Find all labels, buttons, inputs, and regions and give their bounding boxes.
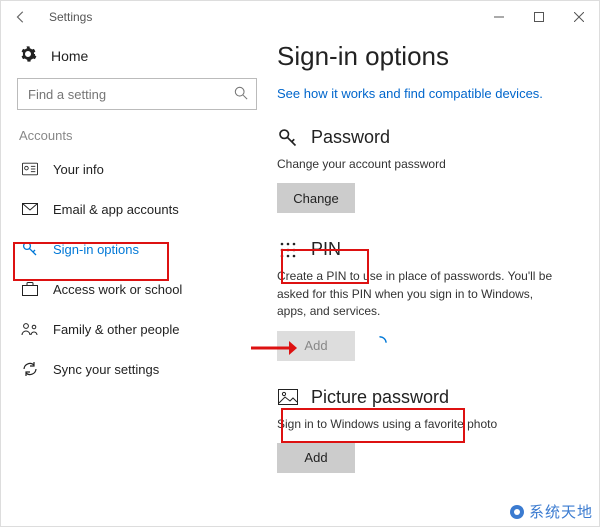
password-desc: Change your account password	[277, 156, 557, 173]
picture-password-group: Picture password Sign in to Windows usin…	[277, 387, 583, 473]
nav-work[interactable]: Access work or school	[17, 269, 257, 309]
nav-label: Family & other people	[53, 322, 179, 337]
maximize-button[interactable]	[519, 3, 559, 31]
search-input-wrap[interactable]	[17, 78, 257, 110]
nav-label: Sync your settings	[53, 362, 159, 377]
watermark-logo-icon	[509, 504, 525, 520]
back-button[interactable]	[9, 5, 33, 29]
section-label: Accounts	[19, 128, 257, 143]
watermark: 系统天地	[509, 501, 593, 522]
gear-icon	[19, 45, 37, 66]
nav-label: Access work or school	[53, 282, 182, 297]
briefcase-icon	[21, 282, 39, 296]
minimize-button[interactable]	[479, 3, 519, 31]
change-password-button[interactable]: Change	[277, 183, 355, 213]
nav-family[interactable]: Family & other people	[17, 309, 257, 349]
add-pin-button[interactable]: Add	[277, 331, 355, 361]
id-card-icon	[21, 162, 39, 176]
pin-keypad-icon	[277, 241, 299, 259]
password-group: Password Change your account password Ch…	[277, 127, 583, 213]
nav-your-info[interactable]: Your info	[17, 149, 257, 189]
search-icon	[234, 86, 248, 103]
nav-sync[interactable]: Sync your settings	[17, 349, 257, 389]
pin-desc: Create a PIN to use in place of password…	[277, 268, 557, 320]
picture-desc: Sign in to Windows using a favorite phot…	[277, 416, 557, 433]
key-icon	[277, 128, 299, 148]
sync-icon	[21, 361, 39, 377]
nav-label: Sign-in options	[53, 242, 139, 257]
nav-label: Your info	[53, 162, 104, 177]
add-picture-password-button[interactable]: Add	[277, 443, 355, 473]
nav-label: Email & app accounts	[53, 202, 179, 217]
search-input[interactable]	[26, 86, 234, 103]
picture-heading: Picture password	[311, 387, 449, 408]
compat-link[interactable]: See how it works and find compatible dev…	[277, 86, 543, 101]
pin-group: PIN Create a PIN to use in place of pass…	[277, 239, 583, 360]
picture-icon	[277, 389, 299, 405]
pin-heading: PIN	[311, 239, 341, 260]
window-title: Settings	[49, 10, 92, 24]
watermark-text: 系统天地	[529, 501, 593, 522]
loading-spinner-icon	[373, 336, 387, 353]
key-icon	[21, 241, 39, 257]
nav-signin-options[interactable]: Sign-in options	[17, 229, 257, 269]
close-button[interactable]	[559, 3, 599, 31]
page-title: Sign-in options	[277, 41, 583, 72]
nav-list: Your info Email & app accounts Sign-in o…	[17, 149, 257, 389]
people-icon	[21, 322, 39, 336]
nav-email[interactable]: Email & app accounts	[17, 189, 257, 229]
password-heading: Password	[311, 127, 390, 148]
home-label: Home	[51, 48, 88, 64]
home-nav[interactable]: Home	[17, 41, 257, 78]
mail-icon	[21, 203, 39, 215]
